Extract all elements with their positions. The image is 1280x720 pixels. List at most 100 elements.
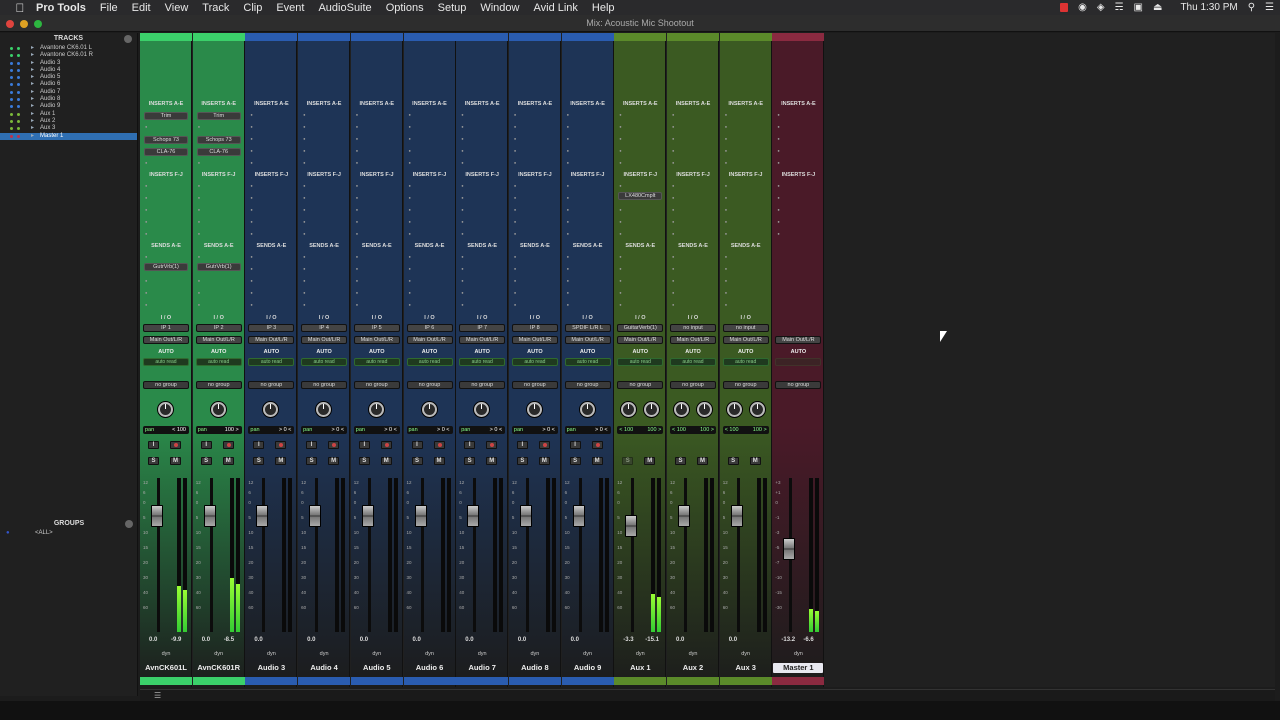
empty-insert-slot[interactable]: ● xyxy=(409,216,412,227)
track-list-item[interactable]: ▸ Audio 4 xyxy=(0,67,137,74)
track-color-bar[interactable] xyxy=(719,33,772,41)
automation-mode-selector[interactable]: auto read xyxy=(459,358,506,366)
empty-insert-slot[interactable]: ● xyxy=(198,121,201,132)
volume-fader[interactable] xyxy=(678,505,690,527)
empty-send-slot[interactable]: ● xyxy=(514,263,517,274)
mute-button[interactable]: M xyxy=(538,457,550,465)
empty-insert-slot[interactable]: ● xyxy=(303,145,306,156)
input-selector[interactable]: GuitarVerb(1) xyxy=(617,324,664,332)
clock[interactable]: Thu 1:30 PM xyxy=(1180,2,1237,13)
record-enable-button[interactable] xyxy=(486,441,498,449)
input-selector[interactable]: IP 3 xyxy=(248,324,295,332)
empty-insert-slot[interactable]: ● xyxy=(567,145,570,156)
pan-knob[interactable] xyxy=(210,402,226,417)
empty-insert-slot[interactable]: ● xyxy=(198,157,201,168)
empty-send-slot[interactable]: ● xyxy=(672,251,675,262)
send-slot[interactable]: GutrVrb(1) xyxy=(144,263,188,271)
output-selector[interactable]: Main Out/L/R xyxy=(248,336,295,344)
group-selector[interactable]: no group xyxy=(670,381,716,389)
empty-send-slot[interactable]: ● xyxy=(672,287,675,298)
empty-insert-slot[interactable]: ● xyxy=(198,204,201,215)
empty-send-slot[interactable]: ● xyxy=(145,251,148,262)
track-name-button[interactable]: Audio 9 xyxy=(563,663,613,673)
track-list-item[interactable]: ▸ Avantone CK6.01 L xyxy=(0,45,137,52)
empty-insert-slot[interactable]: ● xyxy=(356,228,359,239)
empty-insert-slot[interactable]: ● xyxy=(303,133,306,144)
empty-insert-slot[interactable]: ● xyxy=(567,228,570,239)
show-hide-icon[interactable] xyxy=(10,76,13,80)
empty-send-slot[interactable]: ● xyxy=(725,299,728,310)
empty-insert-slot[interactable]: ● xyxy=(777,133,780,144)
solo-button[interactable]: S xyxy=(200,457,212,465)
mute-button[interactable]: M xyxy=(328,457,340,465)
track-list-item[interactable]: ▸ Avantone CK6.01 R xyxy=(0,52,137,59)
empty-send-slot[interactable]: ● xyxy=(356,299,359,310)
track-color-bar[interactable] xyxy=(667,33,719,41)
track-color-bar[interactable] xyxy=(456,33,509,41)
empty-insert-slot[interactable]: ● xyxy=(777,109,780,120)
track-color-bar[interactable] xyxy=(508,33,561,41)
empty-insert-slot[interactable]: ● xyxy=(250,145,253,156)
empty-insert-slot[interactable]: ● xyxy=(198,228,201,239)
input-selector[interactable]: IP 8 xyxy=(511,324,558,332)
track-list-item[interactable]: ▸ Audio 8 xyxy=(0,96,137,103)
dyn-label[interactable]: dyn xyxy=(565,650,611,658)
empty-send-slot[interactable]: ● xyxy=(250,251,253,262)
show-hide-icon[interactable] xyxy=(10,127,13,131)
empty-insert-slot[interactable]: ● xyxy=(514,133,517,144)
empty-send-slot[interactable]: ● xyxy=(198,275,201,286)
input-selector[interactable]: IP 6 xyxy=(406,324,453,332)
solo-button[interactable]: S xyxy=(358,457,370,465)
empty-insert-slot[interactable]: ● xyxy=(409,192,412,203)
volume-readout[interactable]: 0.0 xyxy=(518,637,526,643)
empty-insert-slot[interactable]: ● xyxy=(356,145,359,156)
empty-send-slot[interactable]: ● xyxy=(250,263,253,274)
output-selector[interactable]: Main Out/L/R xyxy=(353,336,400,344)
empty-send-slot[interactable]: ● xyxy=(409,299,412,310)
insert-slot[interactable]: Schops 73 xyxy=(144,136,188,144)
empty-insert-slot[interactable]: ● xyxy=(725,133,728,144)
input-selector[interactable]: IP 4 xyxy=(301,324,348,332)
empty-insert-slot[interactable]: ● xyxy=(514,228,517,239)
empty-insert-slot[interactable]: ● xyxy=(567,121,570,132)
empty-insert-slot[interactable]: ● xyxy=(672,228,675,239)
empty-insert-slot[interactable]: ● xyxy=(250,157,253,168)
empty-insert-slot[interactable]: ● xyxy=(250,192,253,203)
empty-insert-slot[interactable]: ● xyxy=(567,157,570,168)
record-enable-button[interactable] xyxy=(275,441,287,449)
empty-insert-slot[interactable]: ● xyxy=(619,133,622,144)
empty-insert-slot[interactable]: ● xyxy=(777,216,780,227)
empty-insert-slot[interactable]: ● xyxy=(672,157,675,168)
empty-send-slot[interactable]: ● xyxy=(725,275,728,286)
empty-insert-slot[interactable]: ● xyxy=(409,121,412,132)
solo-button[interactable]: S xyxy=(464,457,476,465)
pan-knob[interactable] xyxy=(421,402,437,417)
track-name-button[interactable]: AvnCK601R xyxy=(194,663,244,673)
empty-insert-slot[interactable]: ● xyxy=(250,216,253,227)
track-name-button[interactable]: Aux 1 xyxy=(615,663,665,673)
empty-insert-slot[interactable]: ● xyxy=(303,204,306,215)
menu-audiosuite[interactable]: AudioSuite xyxy=(318,2,371,14)
empty-insert-slot[interactable]: ● xyxy=(567,216,570,227)
empty-insert-slot[interactable]: ● xyxy=(409,228,412,239)
input-selector[interactable]: IP 2 xyxy=(195,324,242,332)
empty-insert-slot[interactable]: ● xyxy=(250,133,253,144)
dyn-label[interactable]: dyn xyxy=(670,650,716,658)
empty-insert-slot[interactable]: ● xyxy=(303,157,306,168)
expand-icon[interactable]: ▸ xyxy=(31,111,34,118)
track-color-bar[interactable] xyxy=(772,33,825,41)
empty-send-slot[interactable]: ● xyxy=(356,263,359,274)
pan-knob[interactable] xyxy=(368,402,384,417)
empty-insert-slot[interactable]: ● xyxy=(145,228,148,239)
minimize-button[interactable] xyxy=(20,20,28,28)
volume-readout[interactable]: 0.0 xyxy=(254,637,262,643)
pan-knob[interactable] xyxy=(579,402,595,417)
dyn-label[interactable]: dyn xyxy=(301,650,347,658)
dyn-label[interactable]: dyn xyxy=(775,650,821,658)
mute-button[interactable]: M xyxy=(222,457,234,465)
menu-options[interactable]: Options xyxy=(386,2,424,14)
empty-insert-slot[interactable]: ● xyxy=(461,157,464,168)
volume-fader[interactable] xyxy=(572,505,585,527)
empty-insert-slot[interactable]: ● xyxy=(725,109,728,120)
empty-send-slot[interactable]: ● xyxy=(409,263,412,274)
